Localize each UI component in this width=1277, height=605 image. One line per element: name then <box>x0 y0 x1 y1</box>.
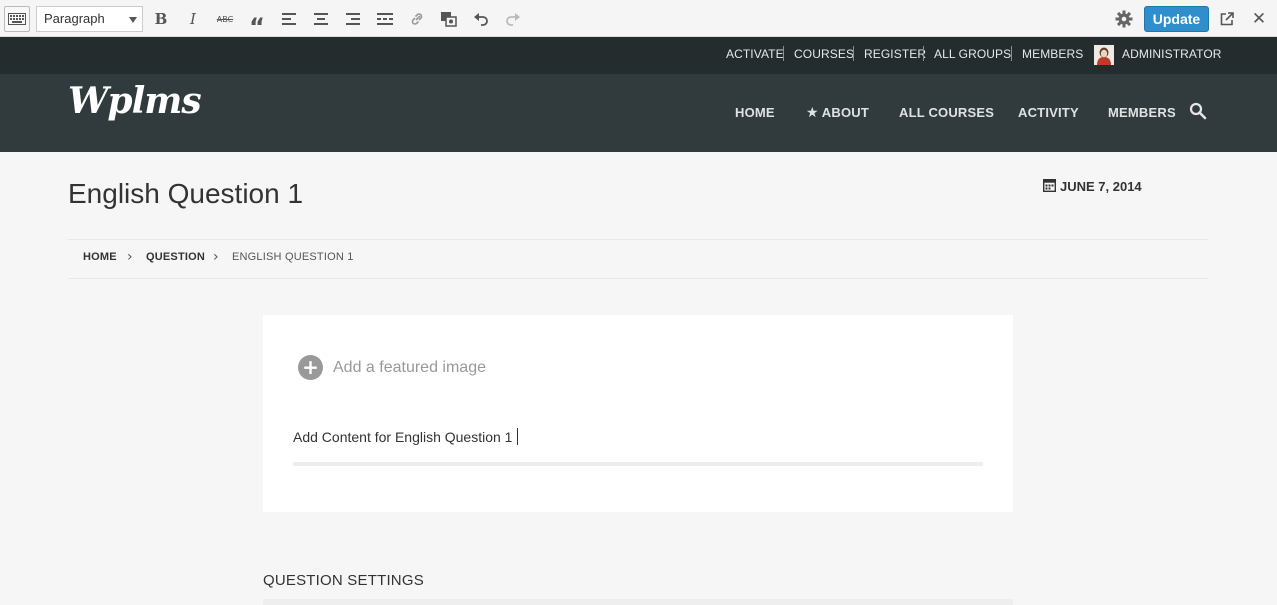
avatar[interactable] <box>1094 45 1114 65</box>
breadcrumb-home[interactable]: HOME <box>83 251 117 263</box>
admin-link-courses[interactable]: COURSES <box>794 47 854 61</box>
nav-item-home[interactable]: HOME <box>735 105 775 120</box>
nav-item-all-courses[interactable]: ALL COURSES <box>899 105 994 120</box>
keyboard-toggle-icon[interactable] <box>4 6 30 32</box>
admin-link-register[interactable]: REGISTER <box>864 47 926 61</box>
text-cursor <box>517 428 519 445</box>
content-card: + Add a featured image Add Content for E… <box>263 315 1013 512</box>
admin-link-members[interactable]: MEMBERS <box>1022 47 1083 61</box>
admin-user-name[interactable]: ADMINISTRATOR <box>1122 47 1222 61</box>
nav-item-activity[interactable]: ACTIVITY <box>1018 105 1079 120</box>
admin-link-all-groups[interactable]: ALL GROUPS <box>934 47 1011 61</box>
settings-panel-top <box>263 599 1013 605</box>
italic-icon[interactable]: I <box>181 7 205 31</box>
calendar-icon <box>1042 178 1057 195</box>
close-icon[interactable]: ✕ <box>1247 7 1271 31</box>
redo-icon[interactable] <box>501 7 525 31</box>
admin-bar-divider <box>1011 46 1012 61</box>
blockquote-icon[interactable]: “ <box>245 7 269 41</box>
add-featured-image-button[interactable]: + Add a featured image <box>298 355 486 380</box>
search-icon[interactable] <box>1189 102 1207 125</box>
star-icon: ★ <box>806 105 819 121</box>
bold-icon[interactable]: B <box>149 7 173 31</box>
align-center-icon[interactable] <box>309 7 333 31</box>
admin-bar-divider <box>853 46 854 61</box>
admin-link-activate[interactable]: ACTIVATE <box>726 47 784 61</box>
content-text: Add Content for English Question 1 <box>293 429 513 445</box>
link-icon[interactable] <box>405 7 429 31</box>
align-left-icon[interactable] <box>277 7 301 31</box>
admin-bar-divider <box>923 46 924 61</box>
site-logo[interactable]: Wplms <box>68 80 202 122</box>
admin-bar-divider <box>783 46 784 61</box>
update-button[interactable]: Update <box>1144 6 1209 32</box>
site-header: Wplms HOME ★ ABOUT ALL COURSES ACTIVITY M… <box>0 74 1277 152</box>
nav-item-about-label: ABOUT <box>821 105 869 120</box>
read-more-icon[interactable] <box>373 7 397 31</box>
page-title: English Question 1 <box>68 178 304 209</box>
post-date: JUNE 7, 2014 <box>1042 178 1142 195</box>
chevron-right-icon: › <box>127 249 133 265</box>
external-link-icon[interactable] <box>1215 7 1239 31</box>
breadcrumb-question[interactable]: QUESTION <box>146 251 205 263</box>
gear-icon[interactable] <box>1112 7 1136 31</box>
align-right-icon[interactable] <box>341 7 365 31</box>
question-settings-heading: QUESTION SETTINGS <box>263 572 424 589</box>
chevron-down-icon <box>129 17 137 23</box>
format-select[interactable]: Paragraph <box>36 6 143 32</box>
format-select-value: Paragraph <box>44 11 105 26</box>
featured-image-label: Add a featured image <box>333 358 486 376</box>
editor-toolbar: Paragraph B I ABC “ Update ✕ <box>0 0 1277 41</box>
undo-icon[interactable] <box>469 7 493 31</box>
plus-icon: + <box>298 355 323 380</box>
media-icon[interactable] <box>437 7 461 31</box>
admin-bar: ACTIVATE COURSES REGISTER ALL GROUPS MEM… <box>0 37 1277 74</box>
strikethrough-icon[interactable]: ABC <box>213 7 237 31</box>
breadcrumb: HOME › QUESTION › ENGLISH QUESTION 1 <box>68 239 1208 279</box>
nav-item-about[interactable]: ★ ABOUT <box>806 105 869 121</box>
editor-divider <box>293 462 983 466</box>
breadcrumb-current: ENGLISH QUESTION 1 <box>232 251 354 263</box>
chevron-right-icon: › <box>213 249 219 265</box>
content-editor[interactable]: Add Content for English Question 1 <box>293 428 519 445</box>
post-date-text: JUNE 7, 2014 <box>1060 179 1142 194</box>
nav-item-members[interactable]: MEMBERS <box>1108 105 1176 120</box>
